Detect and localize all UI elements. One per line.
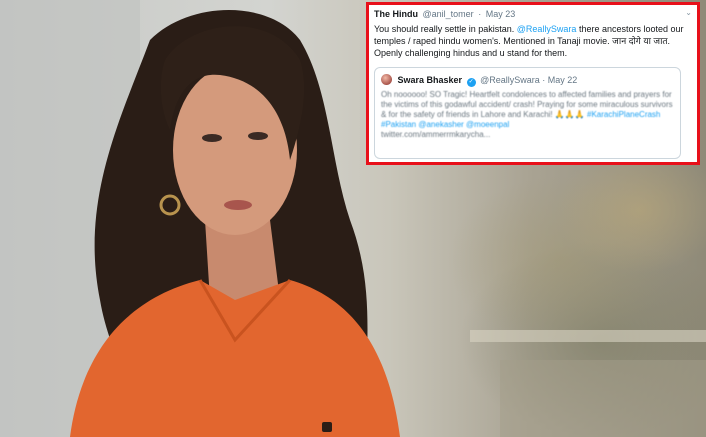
tweet-author[interactable]: The Hindu	[374, 9, 418, 19]
tweet-mention[interactable]: @ReallySwara	[517, 24, 577, 34]
quoted-handle[interactable]: @ReallySwara	[480, 75, 540, 85]
tweet-text: You should really settle in pakistan. @R…	[374, 23, 692, 59]
tweet-date[interactable]: May 23	[486, 9, 516, 19]
verified-icon: ✓	[466, 78, 476, 87]
chevron-down-icon[interactable]: ⌄	[685, 8, 692, 17]
tweet-separator: ·	[478, 9, 482, 19]
quoted-tweet-header: Swara Bhasker ✓ @ReallySwara · May 22	[381, 74, 577, 87]
quoted-tweet-text: Oh noooooo! SO Tragic! Heartfelt condole…	[381, 90, 673, 140]
tweet-handle[interactable]: @anil_tomer	[423, 9, 474, 19]
avatar[interactable]	[381, 74, 392, 85]
quoted-tweet[interactable]: Swara Bhasker ✓ @ReallySwara · May 22 Oh…	[374, 67, 681, 159]
tweet-text-before: You should really settle in pakistan.	[374, 24, 515, 34]
tweet-header: The Hindu @anil_tomer · May 23	[374, 9, 515, 19]
quoted-author[interactable]: Swara Bhasker	[398, 75, 463, 85]
tweet-screenshot: The Hindu @anil_tomer · May 23 ⌄ You sho…	[366, 2, 700, 165]
quoted-date[interactable]: May 22	[548, 75, 578, 85]
quoted-link[interactable]: twitter.com/ammerrmkarycha...	[381, 130, 490, 139]
quoted-separator: ·	[542, 75, 546, 85]
